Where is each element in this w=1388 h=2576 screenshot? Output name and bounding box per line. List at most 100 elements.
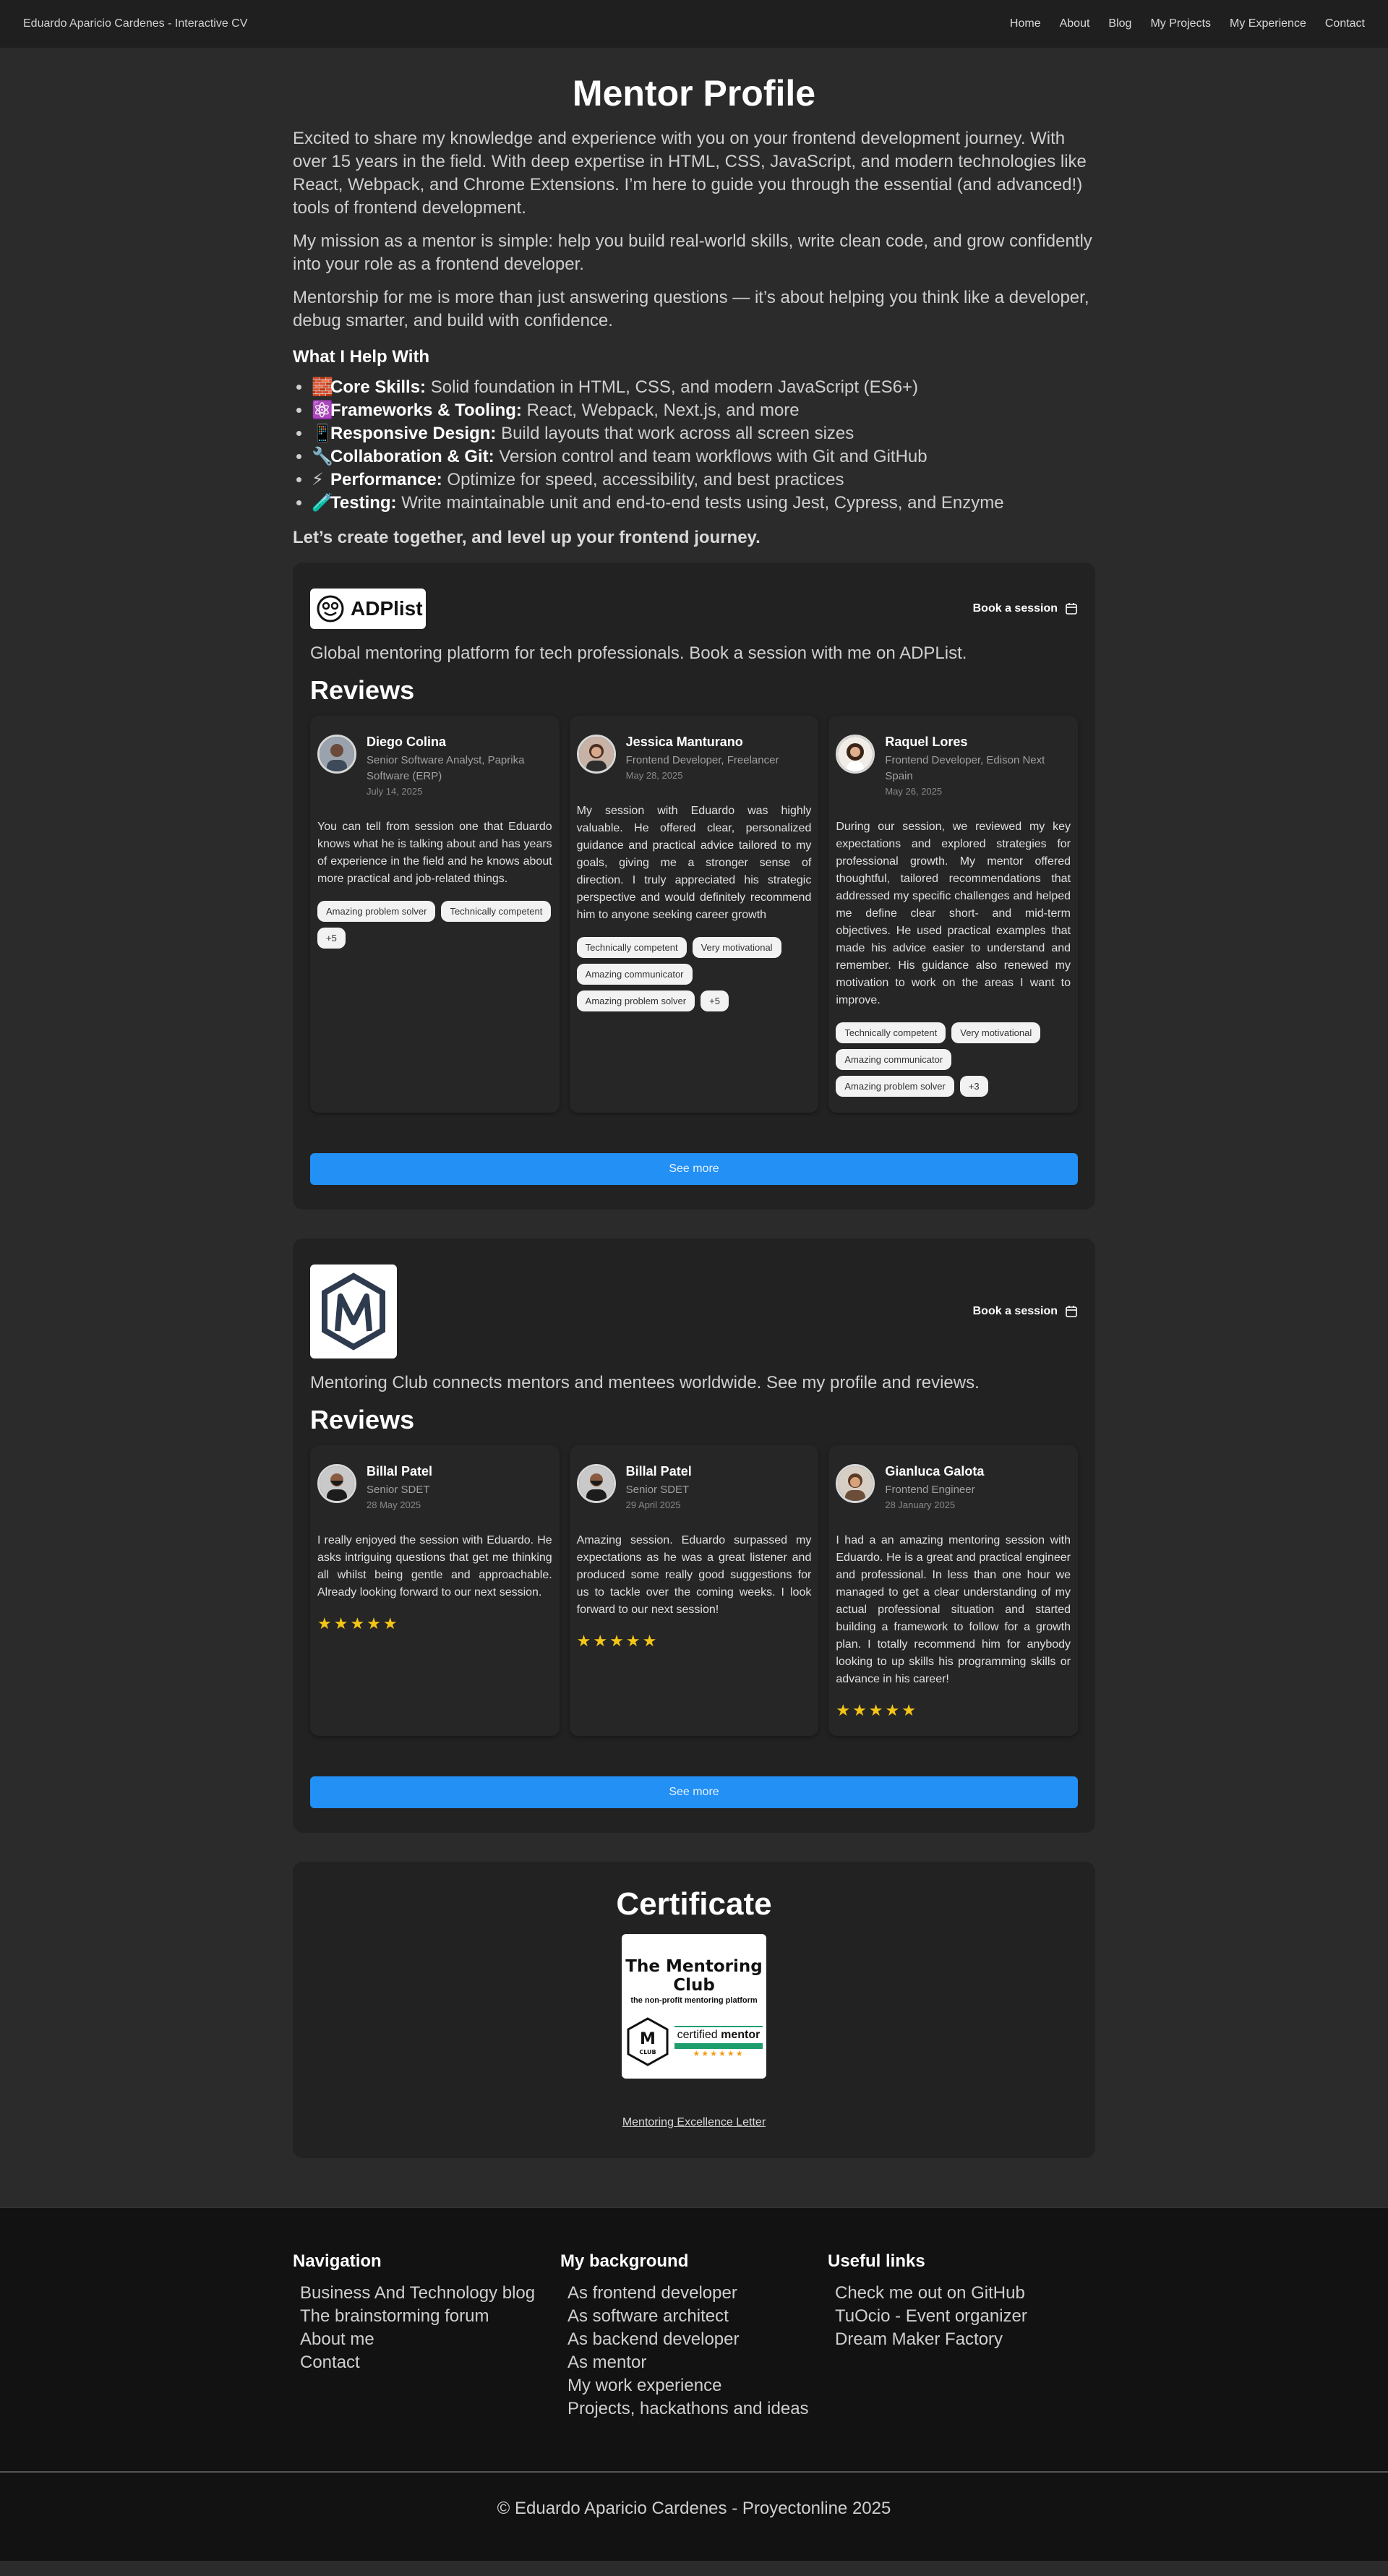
club-hexagon-icon: M CLUB [627, 2017, 669, 2066]
review-text: Amazing session. Eduardo surpassed my ex… [576, 1534, 812, 1616]
footer-link[interactable]: As mentor [567, 2351, 828, 2374]
reviewer-role: Senior SDET [625, 1484, 690, 1496]
reviews-title: Reviews [310, 1405, 415, 1434]
footer-column-background: My background As frontend developer As s… [560, 2251, 828, 2421]
star-rating: ★★★★★ [576, 1632, 659, 1650]
reviewer-name: Billal Patel [625, 1464, 692, 1479]
badge-text-mentor: mentor [721, 2028, 761, 2041]
more-tags-badge[interactable]: +5 [317, 928, 346, 949]
review-card: Billal Patel Senior SDET 29 April 2025 A… [569, 1445, 819, 1736]
page-title: Mentor Profile [572, 73, 816, 114]
help-item-text: Solid foundation in HTML, CSS, and moder… [426, 377, 919, 397]
nav-about[interactable]: About [1060, 17, 1090, 30]
adplist-reviews: Diego Colina Senior Software Analyst, Pa… [310, 716, 1079, 1113]
nav-home[interactable]: Home [1010, 17, 1041, 30]
adplist-logo-text: ADPlist [351, 597, 423, 620]
badge-letter: M [640, 2030, 656, 2048]
certified-mentor-badge: certified mentor [674, 2025, 763, 2049]
reviewer-role: Frontend Developer, Freelancer [625, 754, 779, 766]
footer-link[interactable]: My work experience [567, 2374, 828, 2397]
reviewer-role: Frontend Developer, Edison Next Spain [885, 754, 1045, 782]
adplist-description: Global mentoring platform for tech profe… [310, 643, 967, 663]
adplist-card: ADPlist Book a session Global mentoring … [293, 562, 1095, 1210]
star-rating: ★★★★★ [836, 1701, 918, 1719]
review-card: Diego Colina Senior Software Analyst, Pa… [310, 716, 560, 1113]
footer-link[interactable]: As frontend developer [567, 2282, 828, 2305]
footer-link[interactable]: Contact [300, 2351, 560, 2374]
book-session-label: Book a session [972, 1305, 1058, 1317]
review-card: Billal Patel Senior SDET 28 May 2025 I r… [310, 1445, 560, 1736]
footer-link[interactable]: TuOcio - Event organizer [835, 2305, 1095, 2328]
nav-my-projects[interactable]: My Projects [1150, 17, 1211, 30]
review-tag: Very motivational [692, 937, 781, 958]
footer-column-title: My background [560, 2251, 689, 2271]
footer-link[interactable]: About me [300, 2328, 560, 2351]
help-list: 🧱Core Skills: Solid foundation in HTML, … [293, 376, 1095, 515]
nav-blog[interactable]: Blog [1108, 17, 1131, 30]
review-tag: Technically competent [836, 1022, 946, 1043]
footer-link[interactable]: Dream Maker Factory [835, 2328, 1095, 2351]
intro-paragraph: Excited to share my knowledge and experi… [293, 129, 1087, 218]
intro-section: Excited to share my knowledge and experi… [293, 127, 1095, 333]
see-more-button[interactable]: See more [310, 1153, 1078, 1185]
nav-my-experience[interactable]: My Experience [1230, 17, 1306, 30]
atom-icon: ⚛️ [312, 401, 333, 420]
reviewer-name: Diego Colina [367, 735, 447, 749]
adplist-face-icon [317, 595, 344, 622]
more-tags-badge[interactable]: +5 [701, 990, 729, 1011]
certificate-brand: The Mentoring Club [625, 1957, 763, 1995]
help-item: 📱Responsive Design: Build layouts that w… [312, 422, 1095, 445]
book-session-button[interactable]: Book a session [973, 602, 1078, 615]
mentoring-club-logo[interactable] [310, 1265, 397, 1358]
help-item: ⚡ Performance: Optimize for speed, access… [312, 468, 1095, 492]
mentoring-excellence-link[interactable]: Mentoring Excellence Letter [622, 2116, 766, 2129]
footer-link[interactable]: Projects, hackathons and ideas [567, 2397, 828, 2421]
footer-link[interactable]: Business And Technology blog [300, 2282, 560, 2305]
footer-link[interactable]: The brainstorming forum [300, 2305, 560, 2328]
help-item-label: Collaboration & Git: [330, 447, 494, 466]
footer-link[interactable]: As software architect [567, 2305, 828, 2328]
nav-contact[interactable]: Contact [1325, 17, 1365, 30]
review-card: Gianluca Galota Frontend Engineer 28 Jan… [828, 1445, 1079, 1736]
review-tag: Amazing problem solver [576, 990, 695, 1011]
avatar [576, 735, 616, 774]
adplist-logo[interactable]: ADPlist [310, 589, 426, 629]
help-item-text: Optimize for speed, accessibility, and b… [442, 470, 844, 489]
main-content: Mentor Profile Excited to share my knowl… [293, 48, 1095, 2158]
footer-link[interactable]: As backend developer [567, 2328, 828, 2351]
site-title[interactable]: Eduardo Aparicio Cardenes - Interactive … [23, 17, 247, 30]
star-rating: ★★★★★ [317, 1614, 400, 1633]
book-session-label: Book a session [972, 602, 1058, 615]
intro-paragraph: My mission as a mentor is simple: help y… [293, 231, 1092, 274]
mentoring-club-card-header: Book a session [310, 1265, 1078, 1358]
help-item-text: Build layouts that work across all scree… [496, 424, 854, 443]
help-item-text: React, Webpack, Next.js, and more [521, 401, 800, 420]
help-item: 🧪Testing: Write maintainable unit and en… [312, 492, 1095, 515]
help-title: What I Help With [293, 347, 430, 367]
main-nav: Home About Blog My Projects My Experienc… [1010, 17, 1365, 30]
footer-link[interactable]: Check me out on GitHub [835, 2282, 1095, 2305]
reviewer-name: Gianluca Galota [885, 1464, 985, 1479]
certificate-image[interactable]: The Mentoring Club the non-profit mentor… [622, 1934, 766, 2079]
book-session-button[interactable]: Book a session [973, 1305, 1078, 1318]
more-tags-badge[interactable]: +3 [959, 1076, 988, 1097]
review-tag: Amazing communicator [576, 964, 693, 985]
closing-statement: Let’s create together, and level up your… [293, 528, 761, 547]
footer: Navigation Business And Technology blog … [0, 2207, 1388, 2561]
mobile-phone-icon: 📱 [312, 424, 333, 443]
intro-paragraph: Mentorship for me is more than just answ… [293, 288, 1089, 330]
adplist-card-header: ADPlist Book a session [310, 589, 1078, 629]
review-tags: Technically competent Very motivational … [836, 1022, 1071, 1097]
certificate-card: Certificate The Mentoring Club the non-p… [293, 1862, 1095, 2158]
review-tag: Technically competent [576, 937, 687, 958]
bricks-icon: 🧱 [312, 377, 333, 397]
reviews-title: Reviews [310, 675, 415, 705]
help-item-label: Frameworks & Tooling: [330, 401, 522, 420]
help-item-label: Performance: [330, 470, 442, 489]
help-item: 🧱Core Skills: Solid foundation in HTML, … [312, 376, 1095, 399]
certificate-subtitle: the non-profit mentoring platform [630, 1996, 758, 2005]
see-more-button[interactable]: See more [310, 1776, 1078, 1808]
lightning-icon: ⚡ [312, 470, 324, 489]
badge-word: CLUB [639, 2049, 656, 2055]
mentoring-club-description: Mentoring Club connects mentors and ment… [310, 1373, 980, 1392]
